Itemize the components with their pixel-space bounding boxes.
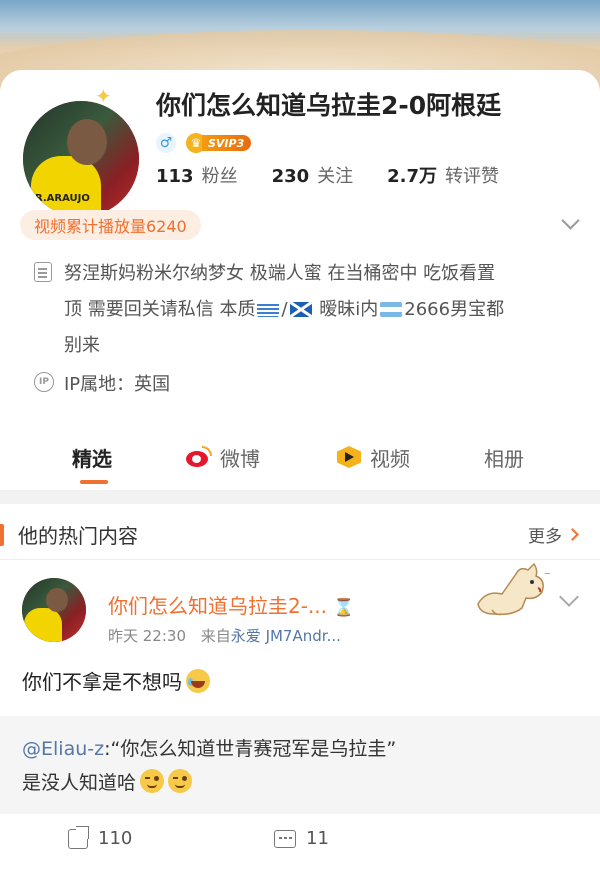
tab-video[interactable]: 视频 [336,442,410,472]
chevron-right-icon [566,528,579,541]
quoted-user-mention[interactable]: @Eliau-z [22,738,104,760]
wink-emoji-icon [140,769,165,793]
ip-location-icon: IP [34,372,54,392]
more-button[interactable]: 更多 [528,522,579,547]
post-menu-chevron-icon[interactable] [559,587,579,607]
svg-text:~: ~ [544,569,551,578]
comment-icon [274,829,296,848]
hot-content-section: 他的热门内容 更多 你们怎么知道乌拉圭2-... ⌛ 昨天 22:30 来自永爱 … [0,504,600,871]
male-gender-icon: ♂ [156,133,176,153]
uruguay-flag-icon [257,302,280,317]
tab-featured[interactable]: 精选 [72,442,112,472]
quoted-post[interactable]: @Eliau-z:“你怎么知道世青赛冠军是乌拉圭” 是没人知道哈 [0,716,600,814]
dog-sticker-icon: ~ [477,562,551,616]
repost-button[interactable]: 110 [68,828,132,849]
profile-stats: 113 粉丝 230 关注 2.7万 转评赞 [156,162,533,188]
profile-name: 你们怎么知道乌拉圭2-0阿根廷 [156,91,502,120]
post-author-name[interactable]: 你们怎么知道乌拉圭2-... ⌛ [108,590,354,619]
svip-label: SVIP3 [202,135,252,151]
document-icon [34,262,52,282]
profile-avatar[interactable]: R.ARAUJO [20,98,142,220]
svip-badge[interactable]: ♛ SVIP3 [186,133,252,153]
section-accent-bar [0,524,4,546]
profile-bio: 努涅斯妈粉米尔纳梦女 极端人蜜 在当桶密中 吃饭看置 顶 需要回关请私信 本质 /… [64,263,505,356]
tab-weibo[interactable]: 微博 [184,442,260,472]
section-title: 他的热门内容 [18,524,138,548]
repost-icon [68,828,88,849]
post-time: 昨天 22:30 [108,627,186,645]
stat-followers[interactable]: 113 粉丝 [156,162,238,188]
wink-emoji-icon [168,769,193,793]
laugh-cry-emoji-icon [186,669,210,693]
scotland-flag-icon [289,302,312,317]
tab-album[interactable]: 相册 [484,442,524,472]
post-actions: 110 11 [0,822,600,862]
avatar-jersey-text: R.ARAUJO [35,193,90,204]
weibo-icon [184,446,212,468]
profile-badges: ♂ ♛ SVIP3 [156,132,252,154]
argentina-flag-icon [380,302,403,317]
chevron-down-icon[interactable] [560,212,580,232]
ip-location: IP属地：英国 [64,374,171,395]
post-author-avatar[interactable] [22,578,86,642]
active-tab-indicator [80,480,108,484]
hourglass-icon: ⌛ [333,598,355,618]
avatar-halo-icon: ✦ [95,84,112,108]
post-text: 你们不拿是不想吗 [22,666,210,695]
comment-button[interactable]: 11 [274,828,329,849]
post-source-link[interactable]: 永爱 JM7Andr... [231,627,341,645]
stat-reposts-likes[interactable]: 2.7万 转评赞 [387,162,499,188]
video-play-count-badge[interactable]: 视频累计播放量6240 [20,210,201,240]
video-play-icon [336,444,362,470]
post-meta: 昨天 22:30 来自永爱 JM7Andr... [108,627,341,645]
stat-following[interactable]: 230 关注 [272,162,354,188]
profile-tabs: 精选 微博 视频 相册 [0,420,600,490]
